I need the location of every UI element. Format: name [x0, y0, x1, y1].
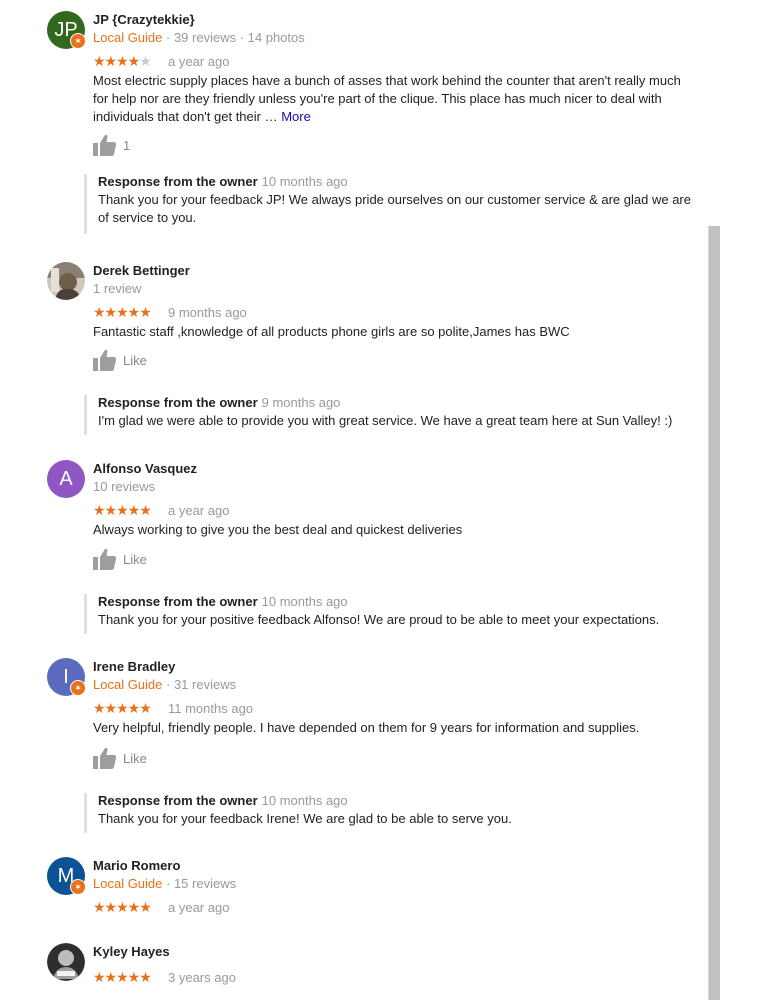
- stars-filled: ★★★★★: [93, 304, 152, 320]
- owner-response: Response from the owner 10 months ago Tha…: [84, 594, 697, 634]
- reviewer-avatar[interactable]: A: [47, 460, 85, 498]
- review-card: Derek Bettinger 1 review ★★★★★ 9 months …: [0, 262, 705, 442]
- local-guide-label: Local Guide: [93, 876, 163, 891]
- owner-response-date: 10 months ago: [261, 793, 348, 808]
- star-rating: ★★★★★: [93, 969, 152, 985]
- reviewer-meta: Local Guide · 15 reviews: [93, 876, 237, 891]
- stars-filled: ★★★★: [93, 53, 140, 69]
- review-card: I ✶ Irene Bradley Local Guide · 31 revie…: [0, 658, 705, 838]
- like-button[interactable]: Like: [93, 548, 213, 570]
- thumbs-up-icon: [93, 349, 117, 371]
- avatar-photo: [47, 943, 85, 981]
- owner-response-title: Response from the owner: [98, 793, 258, 808]
- star-rating: ★★★★★: [93, 899, 152, 915]
- review-text-block: Always working to give you the best deal…: [93, 521, 693, 539]
- owner-response-date: 10 months ago: [261, 174, 348, 189]
- review-text: Most electric supply places have a bunch…: [93, 73, 681, 124]
- reviewer-stats: 39 reviews · 14 photos: [173, 30, 305, 45]
- review-date: a year ago: [168, 900, 230, 915]
- owner-response: Response from the owner 10 months ago Tha…: [84, 793, 697, 833]
- star-rating: ★★★★★: [93, 700, 152, 716]
- thumbs-up-icon: [93, 134, 117, 156]
- owner-response: Response from the owner 9 months ago I'm …: [84, 395, 697, 435]
- owner-response-header: Response from the owner 10 months ago: [98, 793, 348, 808]
- star-rating: ★★★★★: [93, 502, 152, 518]
- stars-filled: ★★★★★: [93, 502, 152, 518]
- local-guide-badge-icon: ✶: [70, 680, 86, 696]
- owner-response-header: Response from the owner 10 months ago: [98, 594, 348, 609]
- like-label: Like: [123, 353, 147, 368]
- reviewer-avatar[interactable]: JP ✶: [47, 11, 86, 49]
- avatar-photo: [47, 262, 85, 300]
- avatar-initials: A: [59, 468, 73, 490]
- review-date: 3 years ago: [168, 970, 236, 985]
- more-link[interactable]: More: [281, 109, 311, 124]
- star-rating: ★★★★★: [93, 53, 152, 69]
- stars-empty: ★: [139, 53, 152, 69]
- thumbs-up-icon: [93, 548, 117, 570]
- like-label: Like: [123, 552, 147, 567]
- reviewer-avatar[interactable]: [47, 262, 85, 300]
- reviewer-meta: Local Guide · 39 reviews · 14 photos: [93, 30, 305, 45]
- reviewer-name[interactable]: Derek Bettinger: [93, 263, 190, 278]
- reviewer-stats: 10 reviews: [93, 479, 156, 494]
- owner-response: Response from the owner 10 months ago Tha…: [84, 174, 697, 234]
- reviewer-name[interactable]: Irene Bradley: [93, 659, 175, 674]
- review-date: a year ago: [168, 503, 230, 518]
- review-text: Always working to give you the best deal…: [93, 522, 463, 537]
- owner-response-text: Thank you for your feedback JP! We alway…: [98, 192, 691, 225]
- like-label: Like: [123, 751, 147, 766]
- review-date: 11 months ago: [168, 701, 254, 716]
- owner-response-title: Response from the owner: [98, 395, 258, 410]
- owner-response-header: Response from the owner 10 months ago: [98, 174, 348, 189]
- review-text: Very helpful, friendly people. I have de…: [93, 720, 640, 735]
- stars-filled: ★★★★★: [93, 899, 152, 915]
- owner-response-text: Thank you for your positive feedback Alf…: [98, 612, 660, 627]
- stars-filled: ★★★★★: [93, 700, 152, 716]
- owner-response-title: Response from the owner: [98, 594, 258, 609]
- thumbs-up-icon: [93, 747, 117, 769]
- reviewer-avatar[interactable]: I ✶: [47, 658, 86, 696]
- local-guide-badge-icon: ✶: [70, 33, 86, 49]
- reviewer-name[interactable]: JP {Crazytekkie}: [93, 12, 195, 27]
- star-rating: ★★★★★: [93, 304, 152, 320]
- review-card: JP ✶ JP {Crazytekkie} Local Guide · 39 r…: [0, 11, 705, 236]
- owner-response-date: 9 months ago: [261, 395, 341, 410]
- local-guide-label: Local Guide: [93, 677, 163, 692]
- reviewer-name[interactable]: Kyley Hayes: [93, 944, 170, 959]
- review-date: a year ago: [168, 54, 230, 69]
- reviewer-name[interactable]: Mario Romero: [93, 858, 180, 873]
- stars-filled: ★★★★★: [93, 969, 152, 985]
- reviewer-stats: 31 reviews: [173, 677, 237, 692]
- review-text-block: Fantastic staff ,knowledge of all produc…: [93, 323, 693, 341]
- owner-response-text: Thank you for your feedback Irene! We ar…: [98, 811, 512, 826]
- scrollbar[interactable]: [708, 226, 720, 1000]
- reviewer-avatar[interactable]: [47, 943, 85, 981]
- reviewer-meta: 1 review: [93, 281, 141, 296]
- reviewer-name[interactable]: Alfonso Vasquez: [93, 461, 197, 476]
- like-button[interactable]: 1: [93, 134, 213, 156]
- like-button[interactable]: Like: [93, 747, 213, 769]
- reviewer-meta: Local Guide · 31 reviews: [93, 677, 237, 692]
- like-button[interactable]: Like: [93, 349, 213, 371]
- reviewer-avatar[interactable]: M ✶: [47, 857, 86, 895]
- reviews-list: JP ✶ JP {Crazytekkie} Local Guide · 39 r…: [0, 0, 767, 1000]
- owner-response-header: Response from the owner 9 months ago: [98, 395, 340, 410]
- owner-response-date: 10 months ago: [261, 594, 348, 609]
- review-date: 9 months ago: [168, 305, 247, 320]
- owner-response-text: I'm glad we were able to provide you wit…: [98, 413, 673, 428]
- review-card: Kyley Hayes ★★★★★ 3 years ago: [0, 943, 705, 1000]
- review-text-block: Most electric supply places have a bunch…: [93, 72, 693, 126]
- local-guide-label: Local Guide: [93, 30, 163, 45]
- review-card: A Alfonso Vasquez 10 reviews ★★★★★ a yea…: [0, 460, 705, 640]
- reviewer-meta: 10 reviews: [93, 479, 155, 494]
- owner-response-title: Response from the owner: [98, 174, 258, 189]
- reviewer-stats: 15 reviews: [173, 876, 237, 891]
- review-text: Fantastic staff ,knowledge of all produc…: [93, 324, 570, 339]
- local-guide-badge-icon: ✶: [70, 879, 86, 895]
- review-text-block: Very helpful, friendly people. I have de…: [93, 719, 693, 737]
- like-count: 1: [123, 138, 131, 153]
- review-card: M ✶ Mario Romero Local Guide · 15 review…: [0, 857, 705, 927]
- reviewer-stats: 1 review: [93, 281, 142, 296]
